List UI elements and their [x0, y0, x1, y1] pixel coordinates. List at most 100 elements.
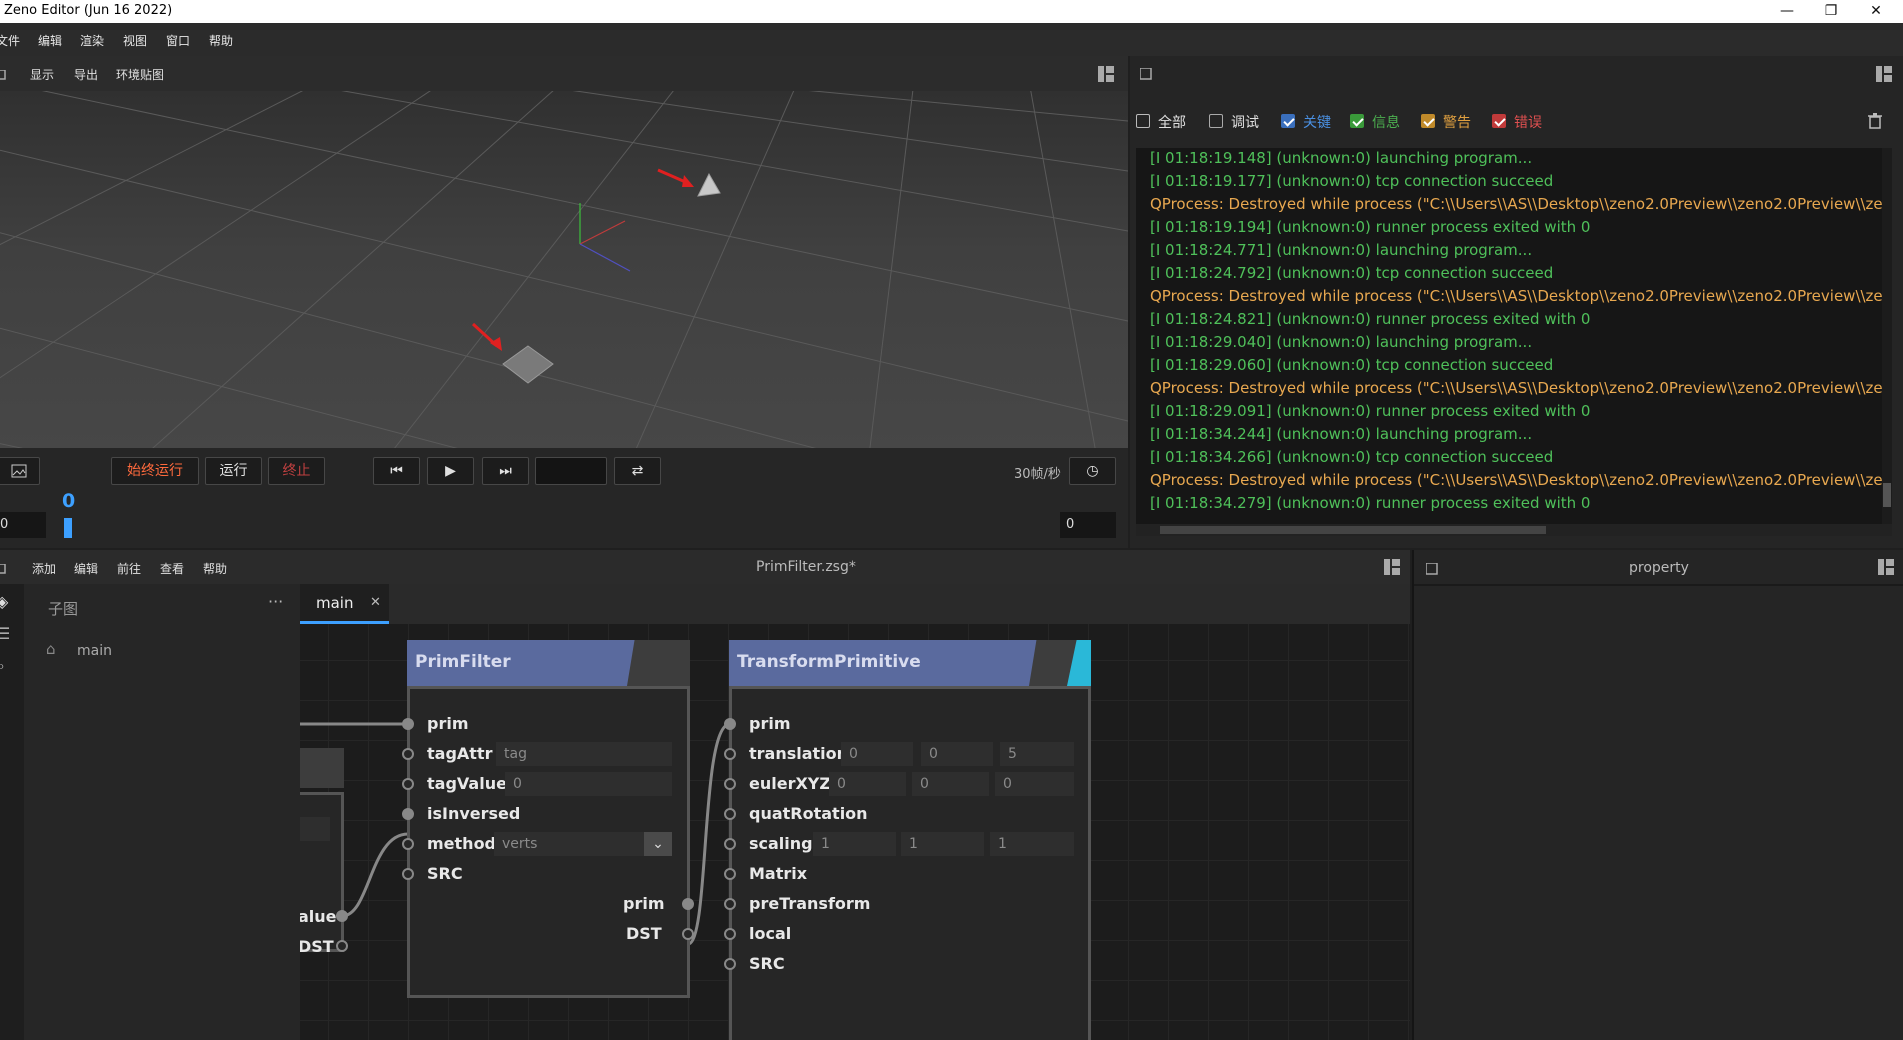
- close-window-button[interactable]: ✕: [1854, 0, 1898, 23]
- node-status-flags[interactable]: [627, 640, 690, 686]
- last-frame-button[interactable]: ⏭: [482, 457, 529, 485]
- left-node-dst-port[interactable]: [336, 940, 348, 952]
- log-line: [I 01:18:34.279] (unknown:0) runner proc…: [1150, 494, 1591, 512]
- view-flag-toggle[interactable]: [1067, 640, 1091, 686]
- tp-input-src-label: SRC: [749, 954, 785, 973]
- dock-menu-icon[interactable]: [1140, 68, 1152, 80]
- euler-z-input[interactable]: 0: [995, 772, 1074, 796]
- log-line: QProcess: Destroyed while process ("C:\\…: [1150, 471, 1892, 489]
- scaling-x-input[interactable]: 1: [813, 832, 896, 856]
- search-icon[interactable]: ⌕: [0, 656, 5, 676]
- scaling-y-input[interactable]: 1: [901, 832, 984, 856]
- menu-edit[interactable]: 编辑: [38, 32, 62, 49]
- dock-menu-icon[interactable]: [0, 70, 6, 80]
- ne-menu-view[interactable]: 查看: [160, 560, 184, 577]
- subgraph-item-main[interactable]: ⌂ main: [44, 640, 284, 664]
- end-frame-input[interactable]: 0: [1060, 512, 1116, 538]
- more-options-button[interactable]: ···: [268, 592, 283, 611]
- always-run-button[interactable]: 始终运行: [111, 457, 199, 485]
- left-node-body[interactable]: [300, 792, 344, 952]
- dock-menu-icon[interactable]: [0, 564, 6, 574]
- primfilter-input-prim-port[interactable]: [402, 718, 414, 730]
- 3d-viewport[interactable]: [0, 91, 1128, 448]
- trash-icon[interactable]: [1868, 113, 1882, 129]
- timeline-slider-handle[interactable]: [64, 518, 72, 538]
- euler-x-input[interactable]: 0: [829, 772, 906, 796]
- log-vertical-scrollbar[interactable]: [1882, 148, 1892, 524]
- tp-input-pretransform-port[interactable]: [724, 898, 736, 910]
- screenshot-button[interactable]: [0, 457, 40, 485]
- log-output[interactable]: [I 01:18:19.148] (unknown:0) launching p…: [1136, 148, 1892, 536]
- method-select[interactable]: verts ⌄: [494, 832, 672, 856]
- tp-input-src-port[interactable]: [724, 958, 736, 970]
- ne-menu-add[interactable]: 添加: [32, 560, 56, 577]
- tp-input-prim-port[interactable]: [724, 718, 736, 730]
- ne-menu-goto[interactable]: 前往: [117, 560, 141, 577]
- ne-menu-edit[interactable]: 编辑: [74, 560, 98, 577]
- primfilter-input-tagattr-port[interactable]: [402, 748, 414, 760]
- primfilter-output-prim-port[interactable]: [682, 898, 694, 910]
- dock-menu-icon[interactable]: [1426, 563, 1438, 575]
- menu-file[interactable]: 文件: [0, 32, 20, 49]
- tab-main[interactable]: main ✕: [300, 584, 389, 624]
- primfilter-input-isinversed-port[interactable]: [402, 808, 414, 820]
- transformprimitive-node-body[interactable]: [729, 686, 1091, 1040]
- tagvalue-input[interactable]: 0: [505, 772, 672, 796]
- hierarchy-icon[interactable]: ☰: [0, 624, 10, 643]
- scaling-z-input[interactable]: 1: [990, 832, 1074, 856]
- filter-info-label: 信息: [1372, 115, 1400, 131]
- node-status-flags[interactable]: [1029, 640, 1091, 686]
- log-horizontal-scrollbar[interactable]: [1136, 524, 1892, 536]
- start-frame-input[interactable]: 0: [0, 512, 46, 538]
- frame-input[interactable]: [535, 457, 607, 485]
- subgraph-icon[interactable]: ◈: [0, 592, 8, 611]
- dock-split-icon[interactable]: [1384, 559, 1400, 575]
- run-button[interactable]: 运行: [205, 457, 262, 485]
- tp-input-eulerxyz-port[interactable]: [724, 778, 736, 790]
- play-button[interactable]: ▶: [427, 457, 474, 485]
- tp-input-scaling-port[interactable]: [724, 838, 736, 850]
- menu-view[interactable]: 视图: [123, 32, 147, 49]
- ne-menu-help[interactable]: 帮助: [203, 560, 227, 577]
- viewport-menu-display[interactable]: 显示: [30, 66, 54, 83]
- restore-button[interactable]: ❐: [1809, 0, 1853, 23]
- chevron-down-icon[interactable]: ⌄: [644, 832, 672, 856]
- scrollbar-thumb[interactable]: [1883, 483, 1891, 507]
- primfilter-node-header[interactable]: PrimFilter: [407, 640, 690, 686]
- dock-split-icon[interactable]: [1878, 559, 1894, 575]
- translation-y-input[interactable]: 0: [921, 742, 993, 766]
- translation-x-input[interactable]: 0: [841, 742, 913, 766]
- primfilter-input-tagvalue-port[interactable]: [402, 778, 414, 790]
- dock-split-icon[interactable]: [1098, 66, 1114, 82]
- primfilter-input-method-port[interactable]: [402, 838, 414, 850]
- menu-help[interactable]: 帮助: [209, 32, 233, 49]
- tp-input-matrix-port[interactable]: [724, 868, 736, 880]
- minimize-button[interactable]: —: [1765, 0, 1809, 23]
- viewport-menu-envmap[interactable]: 环境贴图: [116, 66, 164, 83]
- left-node-header[interactable]: [300, 748, 344, 788]
- stop-button[interactable]: 终止: [268, 457, 325, 485]
- dock-split-icon[interactable]: [1876, 66, 1892, 82]
- euler-y-input[interactable]: 0: [912, 772, 989, 796]
- menu-window[interactable]: 窗口: [166, 32, 190, 49]
- left-node-output-port[interactable]: [336, 910, 348, 922]
- first-frame-button[interactable]: ⏮: [373, 457, 420, 485]
- transformprimitive-node-header[interactable]: TransformPrimitive: [729, 640, 1091, 686]
- scrollbar-thumb[interactable]: [1160, 526, 1546, 534]
- viewport-menu-export[interactable]: 导出: [74, 66, 98, 83]
- primfilter-output-dst-port[interactable]: [682, 928, 694, 940]
- menu-render[interactable]: 渲染: [80, 32, 104, 49]
- fps-clock-button[interactable]: ◷: [1069, 457, 1116, 485]
- cone-object[interactable]: [697, 172, 721, 197]
- tp-input-quatrotation-port[interactable]: [724, 808, 736, 820]
- node-graph-canvas[interactable]: alue DST PrimFilter prim tagAttr tag tag…: [300, 624, 1410, 1040]
- tagattr-input[interactable]: tag: [496, 742, 672, 766]
- left-node-field[interactable]: [300, 817, 330, 841]
- tp-input-local-port[interactable]: [724, 928, 736, 940]
- translation-z-input[interactable]: 5: [1000, 742, 1074, 766]
- loop-button[interactable]: ⇄: [614, 457, 661, 485]
- tp-input-translation-port[interactable]: [724, 748, 736, 760]
- link-line: [687, 722, 731, 946]
- tab-close-icon[interactable]: ✕: [370, 595, 381, 610]
- primfilter-input-src-port[interactable]: [402, 868, 414, 880]
